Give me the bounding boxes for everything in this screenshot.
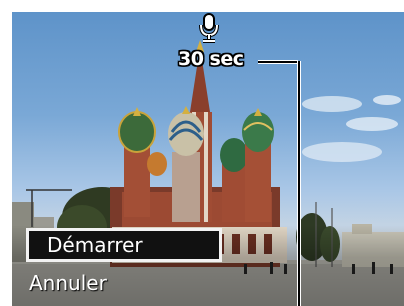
callout-line-horizontal [258,60,298,64]
voice-memo-screen: 30 sec Démarrer Annuler [12,12,404,306]
callout-line-vertical [297,61,301,306]
menu-item-start-label: Démarrer [47,233,143,257]
menu-item-start[interactable]: Démarrer [26,228,222,262]
remaining-time: 30 sec [178,48,244,70]
microphone-icon [199,13,219,43]
camera-lcd-frame: 30 sec Démarrer Annuler [0,0,404,306]
menu-item-cancel[interactable]: Annuler [29,268,107,298]
menu-item-cancel-label: Annuler [29,271,107,295]
